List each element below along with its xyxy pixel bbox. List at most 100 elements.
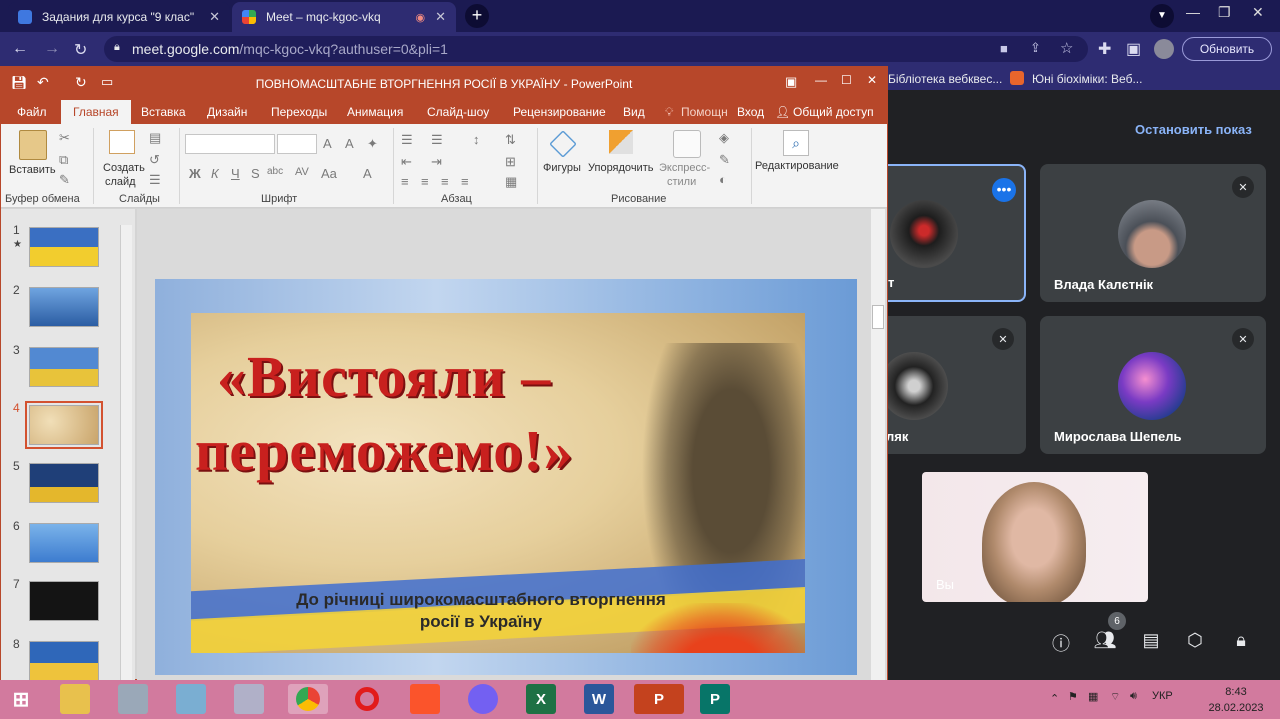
- forward-icon[interactable]: →: [44, 40, 60, 58]
- shape-effects-icon[interactable]: ◐: [719, 172, 727, 187]
- extensions-icon[interactable]: ✚: [1098, 39, 1111, 59]
- participant-tile[interactable]: ✕ Влада Калєтнік: [1040, 164, 1266, 302]
- increase-indent-icon[interactable]: ⇥: [431, 154, 442, 170]
- strikethrough-button[interactable]: abc: [267, 166, 283, 177]
- opera-icon[interactable]: [352, 684, 382, 714]
- tab-view[interactable]: Вид: [623, 105, 645, 119]
- calculator-icon[interactable]: [118, 684, 148, 714]
- shrink-font-icon[interactable]: A: [345, 136, 354, 151]
- wifi-icon[interactable]: ⌔: [1110, 690, 1120, 704]
- update-button[interactable]: Обновить: [1182, 37, 1272, 61]
- profile-avatar[interactable]: [1154, 39, 1174, 59]
- new-slide-button[interactable]: Создать: [103, 162, 145, 174]
- bullets-icon[interactable]: ☰: [401, 132, 413, 148]
- sidepanel-icon[interactable]: ▣: [1126, 39, 1141, 59]
- shape-fill-icon[interactable]: ◈: [719, 130, 729, 146]
- maximize-icon[interactable]: ☐: [841, 73, 852, 87]
- quick-styles-button-line2[interactable]: стили: [667, 176, 696, 188]
- tell-me-input[interactable]: Помощн: [681, 105, 728, 119]
- close-window-icon[interactable]: ✕: [1252, 4, 1264, 21]
- italic-button[interactable]: К: [211, 166, 219, 181]
- scroll-thumb[interactable]: [872, 305, 884, 329]
- slide-thumbnail[interactable]: [29, 523, 99, 563]
- signin-link[interactable]: Вход: [737, 105, 764, 119]
- reset-icon[interactable]: ↺: [149, 152, 160, 168]
- spacing-button[interactable]: AV: [295, 166, 309, 178]
- section-icon[interactable]: ☰: [149, 172, 161, 188]
- tray-overflow-icon[interactable]: ⌃: [1050, 692, 1059, 705]
- host-controls-icon[interactable]: 🔒︎: [1228, 630, 1254, 656]
- minimize-icon[interactable]: —: [815, 73, 827, 87]
- tab-design[interactable]: Дизайн: [207, 105, 247, 119]
- network-icon[interactable]: ▦: [1088, 690, 1098, 703]
- url-input[interactable]: 🔒︎ meet.google.com/mqc-kgoc-vkq?authuser…: [104, 36, 1088, 62]
- find-icon[interactable]: ⌕: [783, 130, 809, 156]
- back-icon[interactable]: ←: [12, 40, 28, 58]
- stop-presenting-button[interactable]: Остановить показ: [1135, 122, 1252, 137]
- slide-thumbnail[interactable]: [29, 581, 99, 621]
- align-center-icon[interactable]: ≡: [421, 174, 429, 189]
- editor-scrollbar[interactable]: [871, 209, 885, 681]
- format-painter-icon[interactable]: ✎: [59, 172, 70, 188]
- slide-thumbnail[interactable]: [29, 641, 99, 681]
- clock-time[interactable]: 8:43: [1216, 686, 1256, 698]
- participant-tile[interactable]: ✕ ляк: [870, 316, 1026, 454]
- word-icon[interactable]: W: [584, 684, 614, 714]
- tab-classroom[interactable]: Задания для курса "9 клас" ✕: [8, 2, 230, 32]
- slide-thumbnail[interactable]: [29, 347, 99, 387]
- self-video-tile[interactable]: Вы: [922, 472, 1148, 602]
- shape-outline-icon[interactable]: ✎: [719, 152, 730, 168]
- line-spacing-icon[interactable]: ↕: [473, 132, 480, 147]
- more-options-icon[interactable]: •••: [992, 178, 1016, 202]
- clear-format-icon[interactable]: ✦: [367, 136, 378, 152]
- change-case-button[interactable]: Aa: [321, 166, 337, 181]
- grow-font-icon[interactable]: A: [323, 136, 332, 151]
- language-indicator[interactable]: УКР: [1152, 690, 1173, 702]
- tab-file[interactable]: Файл: [17, 105, 47, 119]
- minimize-icon[interactable]: —: [1186, 4, 1200, 20]
- excel-icon[interactable]: X: [526, 684, 556, 714]
- quick-styles-icon[interactable]: [673, 130, 701, 158]
- flag-icon[interactable]: ⚑: [1068, 690, 1078, 703]
- file-explorer-icon[interactable]: [60, 684, 90, 714]
- participant-tile[interactable]: ••• т: [870, 164, 1026, 302]
- restore-icon[interactable]: ❐: [1218, 4, 1231, 21]
- close-icon[interactable]: ✕: [209, 9, 220, 25]
- bookmark-item[interactable]: Юні біохіміки: Веб...: [1032, 72, 1142, 86]
- arrange-button[interactable]: Упорядочить: [588, 162, 653, 174]
- clock-date[interactable]: 28.02.2023: [1196, 702, 1276, 714]
- thumbnails-scrollbar[interactable]: [120, 225, 132, 681]
- layout-icon[interactable]: ▤: [149, 130, 161, 146]
- powerpoint-icon[interactable]: P: [634, 684, 684, 714]
- tab-slideshow[interactable]: Слайд-шоу: [427, 105, 489, 119]
- editing-button[interactable]: Редактирование: [755, 160, 839, 172]
- chrome-icon[interactable]: [288, 684, 328, 714]
- activities-icon[interactable]: ⬡: [1182, 630, 1208, 656]
- bookmark-star-icon[interactable]: ☆: [1060, 39, 1073, 57]
- align-right-icon[interactable]: ≡: [441, 174, 449, 189]
- paste-icon[interactable]: [19, 130, 47, 160]
- slide-thumbnail[interactable]: [29, 463, 99, 503]
- notepad-icon[interactable]: [176, 684, 206, 714]
- tab-meet[interactable]: Meet – mqc-kgoc-vkq ◉ ✕: [232, 2, 456, 32]
- cut-icon[interactable]: ✂: [59, 130, 70, 146]
- publisher-icon[interactable]: P: [700, 684, 730, 714]
- participant-tile[interactable]: ✕ Мирослава Шепель: [1040, 316, 1266, 454]
- close-icon[interactable]: ✕: [867, 73, 877, 87]
- tab-animation[interactable]: Анимация: [347, 105, 403, 119]
- new-tab-button[interactable]: +: [465, 4, 489, 28]
- shapes-icon[interactable]: [549, 130, 577, 158]
- slide-thumbnail[interactable]: [29, 287, 99, 327]
- info-icon[interactable]: ⓘ: [1048, 630, 1074, 656]
- reload-icon[interactable]: ↻: [74, 40, 87, 60]
- bold-button[interactable]: Ж: [189, 166, 201, 181]
- new-slide-button-line2[interactable]: слайд: [105, 176, 136, 188]
- tab-home[interactable]: Главная: [61, 100, 131, 124]
- font-size-combo[interactable]: [277, 134, 317, 154]
- text-direction-icon[interactable]: ⇅: [505, 132, 516, 148]
- snipping-tool-icon[interactable]: [234, 684, 264, 714]
- tab-transitions[interactable]: Переходы: [271, 105, 327, 119]
- brave-icon[interactable]: [410, 684, 440, 714]
- underline-button[interactable]: Ч: [231, 166, 240, 181]
- slide-thumbnail-selected[interactable]: [25, 401, 103, 449]
